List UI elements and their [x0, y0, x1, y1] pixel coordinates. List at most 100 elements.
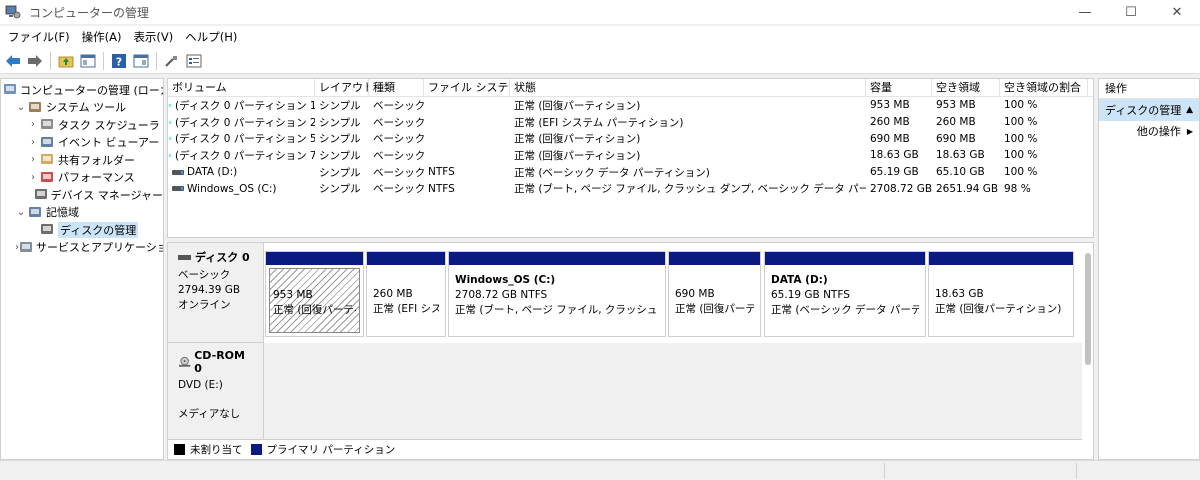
- partition-type-bar: [367, 252, 445, 265]
- close-button[interactable]: ✕: [1154, 0, 1200, 24]
- tree-item[interactable]: ⌄ システム ツール: [1, 99, 163, 117]
- tree-item[interactable]: › イベント ビューアー: [1, 134, 163, 152]
- partition-block[interactable]: 953 MB 正常 (回復パーティション): [265, 251, 364, 337]
- menu-help[interactable]: ヘルプ(H): [179, 29, 243, 45]
- menu-bar: ファイル(F) 操作(A) 表示(V) ヘルプ(H): [0, 26, 1200, 48]
- partition-block[interactable]: DATA (D:) 65.19 GB NTFS 正常 (ベーシック データ パーティ…: [764, 251, 926, 337]
- table-cell: (ディスク 0 パーティション 5): [168, 131, 315, 146]
- column-header[interactable]: 種類: [369, 79, 424, 96]
- tree-item[interactable]: › タスク スケジューラ: [1, 116, 163, 134]
- table-cell: シンプル: [319, 166, 361, 179]
- partition-block[interactable]: 260 MB 正常 (EFI システム パーティション): [366, 251, 446, 337]
- help-button[interactable]: ?: [108, 50, 130, 72]
- column-header[interactable]: 容量: [866, 79, 932, 96]
- computer-management-icon: [3, 83, 17, 97]
- properties-button[interactable]: [161, 50, 183, 72]
- column-header[interactable]: ファイル システム: [424, 79, 510, 96]
- expand-chevron-icon[interactable]: ›: [27, 137, 39, 148]
- tree-item[interactable]: ›サービスとアプリケーション: [1, 239, 163, 257]
- column-header[interactable]: 状態: [510, 79, 866, 96]
- vertical-scrollbar[interactable]: [1085, 253, 1091, 365]
- console-tree: コンピューターの管理 (ローカル) ⌄ システム ツール › タスク スケジューラ › イベ…: [0, 78, 164, 460]
- table-cell: Windows_OS (C:): [168, 183, 315, 195]
- maximize-button[interactable]: ☐: [1108, 0, 1154, 24]
- column-header[interactable]: ボリューム: [168, 79, 315, 96]
- task-scheduler-icon: [39, 118, 55, 132]
- minimize-button[interactable]: —: [1062, 0, 1108, 24]
- cdrom0-media: メディアなし: [178, 408, 241, 420]
- volume-icon: [172, 169, 184, 175]
- table-cell: ベーシック: [373, 149, 424, 162]
- table-cell: NTFS: [428, 166, 455, 179]
- collapse-chevron-icon[interactable]: ⌄: [15, 207, 27, 218]
- partition-block[interactable]: 690 MB 正常 (回復パーティション): [668, 251, 761, 337]
- unallocated-swatch: [174, 444, 185, 455]
- table-row[interactable]: (ディスク 0 パーティション 1) シンプル ベーシック 正常 (回復パーティション…: [168, 97, 1093, 114]
- tree-item[interactable]: デバイス マネージャー: [1, 186, 163, 204]
- column-header[interactable]: 空き領域: [932, 79, 1000, 96]
- volume-icon: [172, 186, 184, 192]
- forward-button[interactable]: [24, 50, 46, 72]
- up-folder-button[interactable]: [55, 50, 77, 72]
- cdrom0-label[interactable]: CD-ROM 0 DVD (E:) メディアなし: [168, 343, 264, 439]
- partition-block[interactable]: Windows_OS (C:) 2708.72 GB NTFS 正常 (ブート, ペ…: [448, 251, 666, 337]
- volume-name: (ディスク 0 パーティション 7): [175, 149, 315, 162]
- partition-title: DATA (D:): [771, 274, 828, 286]
- title-bar: コンピューターの管理 — ☐ ✕: [0, 0, 1200, 24]
- partition-status: 正常 (回復パーティション): [273, 304, 356, 316]
- properties-icon: [165, 55, 177, 67]
- table-cell: 100 %: [1004, 149, 1038, 162]
- legend: 未割り当て プライマリ パーティション: [168, 439, 1082, 459]
- table-cell: シンプル: [319, 149, 361, 162]
- table-cell: (ディスク 0 パーティション 2): [168, 115, 315, 130]
- tree-item[interactable]: ディスクの管理: [1, 221, 163, 239]
- back-button[interactable]: [2, 50, 24, 72]
- partition-size: 953 MB: [273, 289, 313, 301]
- table-cell: 18.63 GB: [936, 149, 985, 162]
- table-row[interactable]: (ディスク 0 パーティション 7) シンプル ベーシック 正常 (回復パーティション…: [168, 147, 1093, 164]
- table-cell: シンプル: [319, 99, 361, 112]
- column-header[interactable]: レイアウト: [315, 79, 369, 96]
- tree-item-label: ディスクの管理: [58, 221, 139, 238]
- expand-chevron-icon[interactable]: ›: [27, 172, 39, 183]
- partition-type-bar: [669, 252, 760, 265]
- disk0-label[interactable]: ディスク 0 ベーシック 2794.39 GB オンライン: [168, 243, 264, 343]
- more-actions-label: 他の操作: [1136, 125, 1181, 138]
- partition-status: 正常 (EFI システム パーティション): [373, 303, 439, 315]
- cdrom0-drive: DVD (E:): [178, 379, 223, 391]
- tree-item[interactable]: › パフォーマンス: [1, 169, 163, 187]
- actions-pane: 操作 ディスクの管理 ▲ 他の操作 ▶: [1098, 78, 1200, 460]
- table-row[interactable]: Windows_OS (C:) シンプル ベーシック NTFS 正常 (ブート, ページ…: [168, 180, 1093, 197]
- actions-header: 操作: [1099, 79, 1199, 99]
- collapse-chevron-icon[interactable]: ⌄: [15, 102, 27, 113]
- show-hide-tree-button[interactable]: [77, 50, 99, 72]
- menu-file[interactable]: ファイル(F): [2, 29, 76, 45]
- volume-name: (ディスク 0 パーティション 1): [175, 99, 315, 112]
- expand-chevron-icon[interactable]: ›: [27, 119, 39, 130]
- more-actions-item[interactable]: 他の操作 ▶: [1099, 121, 1199, 141]
- tree-item[interactable]: ⌄ 記憶域: [1, 204, 163, 222]
- volume-list-header: ボリュームレイアウト種類ファイル システム状態容量空き領域空き領域の割合: [168, 79, 1093, 97]
- expand-chevron-icon[interactable]: ›: [27, 154, 39, 165]
- performance-icon: [39, 170, 55, 184]
- column-header[interactable]: 空き領域の割合: [1000, 79, 1088, 96]
- table-row[interactable]: (ディスク 0 パーティション 5) シンプル ベーシック 正常 (回復パーティション…: [168, 130, 1093, 147]
- table-row[interactable]: (ディスク 0 パーティション 2) シンプル ベーシック 正常 (EFI システム …: [168, 114, 1093, 131]
- table-cell: ベーシック: [373, 133, 424, 146]
- partition-block[interactable]: 18.63 GB 正常 (回復パーティション): [928, 251, 1074, 337]
- toolbar-separator: [156, 51, 157, 70]
- menu-view[interactable]: 表示(V): [127, 29, 179, 45]
- show-action-pane-button[interactable]: [130, 50, 152, 72]
- menu-action[interactable]: 操作(A): [76, 29, 128, 45]
- table-cell: シンプル: [319, 183, 361, 196]
- table-cell: 260 MB: [870, 116, 910, 129]
- tree-item[interactable]: › 共有フォルダー: [1, 151, 163, 169]
- tree-item-label: イベント ビューアー: [58, 136, 160, 150]
- tree-item[interactable]: コンピューターの管理 (ローカル): [1, 81, 163, 99]
- view-list-button[interactable]: [183, 50, 205, 72]
- table-row[interactable]: DATA (D:) シンプル ベーシック NTFS 正常 (ベーシック データ パーティ…: [168, 164, 1093, 181]
- actions-section-disk-management[interactable]: ディスクの管理 ▲: [1099, 99, 1199, 121]
- computer-management-icon: [5, 5, 21, 19]
- collapse-arrow-icon[interactable]: ▲: [1186, 105, 1193, 115]
- status-bar: [0, 460, 1200, 480]
